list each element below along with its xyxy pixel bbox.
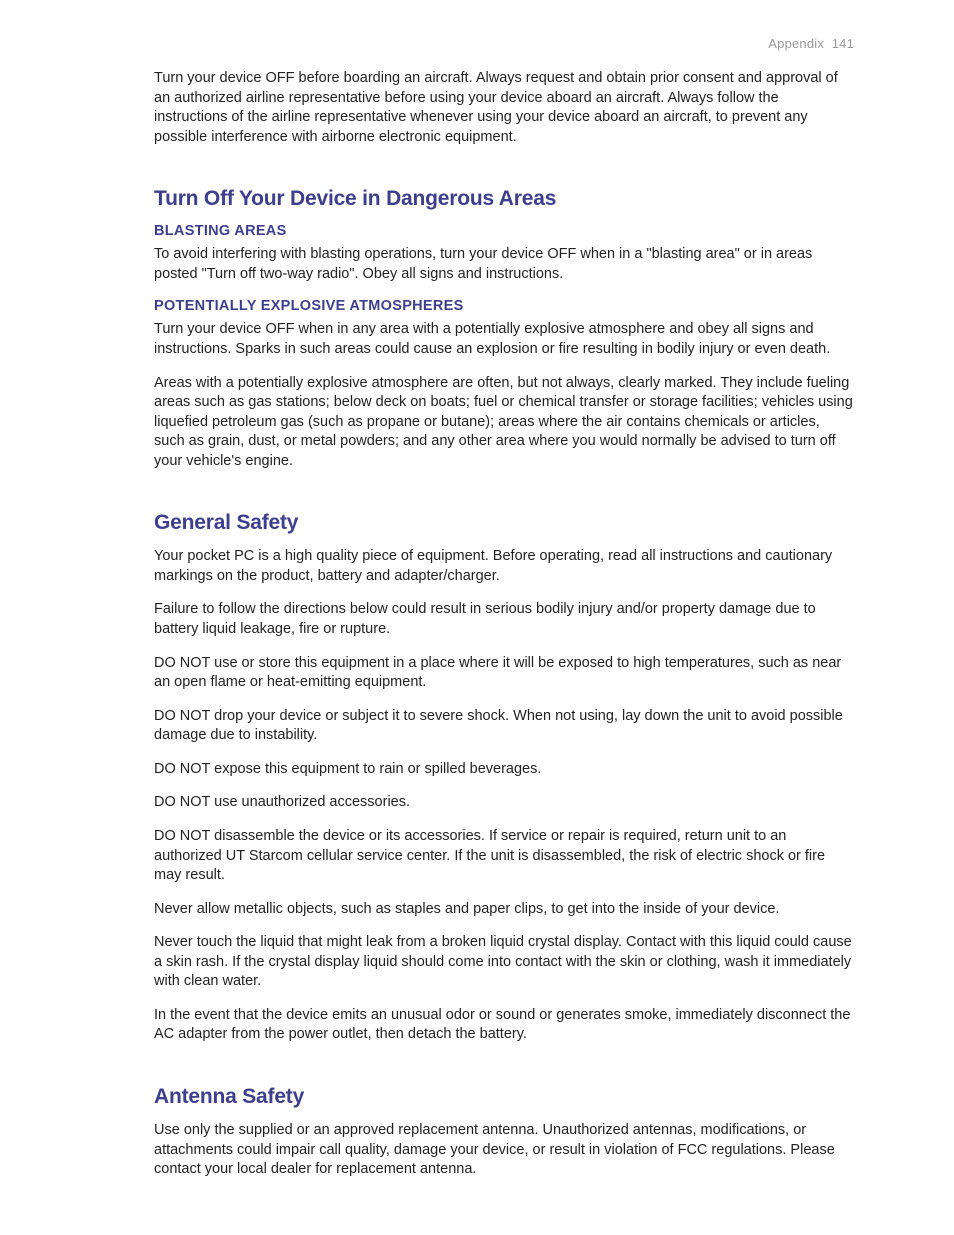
subheading-explosive-atmospheres: POTENTIALLY EXPLOSIVE ATMOSPHERES [154, 298, 854, 314]
intro-paragraph: Turn your device OFF before boarding an … [154, 69, 854, 147]
para-gs-3: DO NOT use or store this equipment in a … [154, 654, 854, 693]
page-header: Appendix 141 [154, 36, 854, 51]
header-section: Appendix [768, 36, 824, 51]
para-gs-5: DO NOT expose this equipment to rain or … [154, 760, 854, 780]
para-gs-6: DO NOT use unauthorized accessories. [154, 793, 854, 813]
heading-dangerous-areas: Turn Off Your Device in Dangerous Areas [154, 187, 854, 211]
subheading-blasting-areas: BLASTING AREAS [154, 223, 854, 239]
para-gs-2: Failure to follow the directions below c… [154, 600, 854, 639]
para-gs-10: In the event that the device emits an un… [154, 1006, 854, 1045]
para-blasting: To avoid interfering with blasting opera… [154, 245, 854, 284]
para-explosive-2: Areas with a potentially explosive atmos… [154, 374, 854, 472]
heading-general-safety: General Safety [154, 511, 854, 535]
header-page-number: 141 [832, 36, 854, 51]
para-explosive-1: Turn your device OFF when in any area wi… [154, 320, 854, 359]
para-gs-8: Never allow metallic objects, such as st… [154, 900, 854, 920]
para-gs-7: DO NOT disassemble the device or its acc… [154, 827, 854, 886]
page-container: Appendix 141 Turn your device OFF before… [0, 0, 954, 1180]
para-antenna: Use only the supplied or an approved rep… [154, 1121, 854, 1180]
para-gs-4: DO NOT drop your device or subject it to… [154, 707, 854, 746]
para-gs-1: Your pocket PC is a high quality piece o… [154, 547, 854, 586]
heading-antenna-safety: Antenna Safety [154, 1085, 854, 1109]
para-gs-9: Never touch the liquid that might leak f… [154, 933, 854, 992]
